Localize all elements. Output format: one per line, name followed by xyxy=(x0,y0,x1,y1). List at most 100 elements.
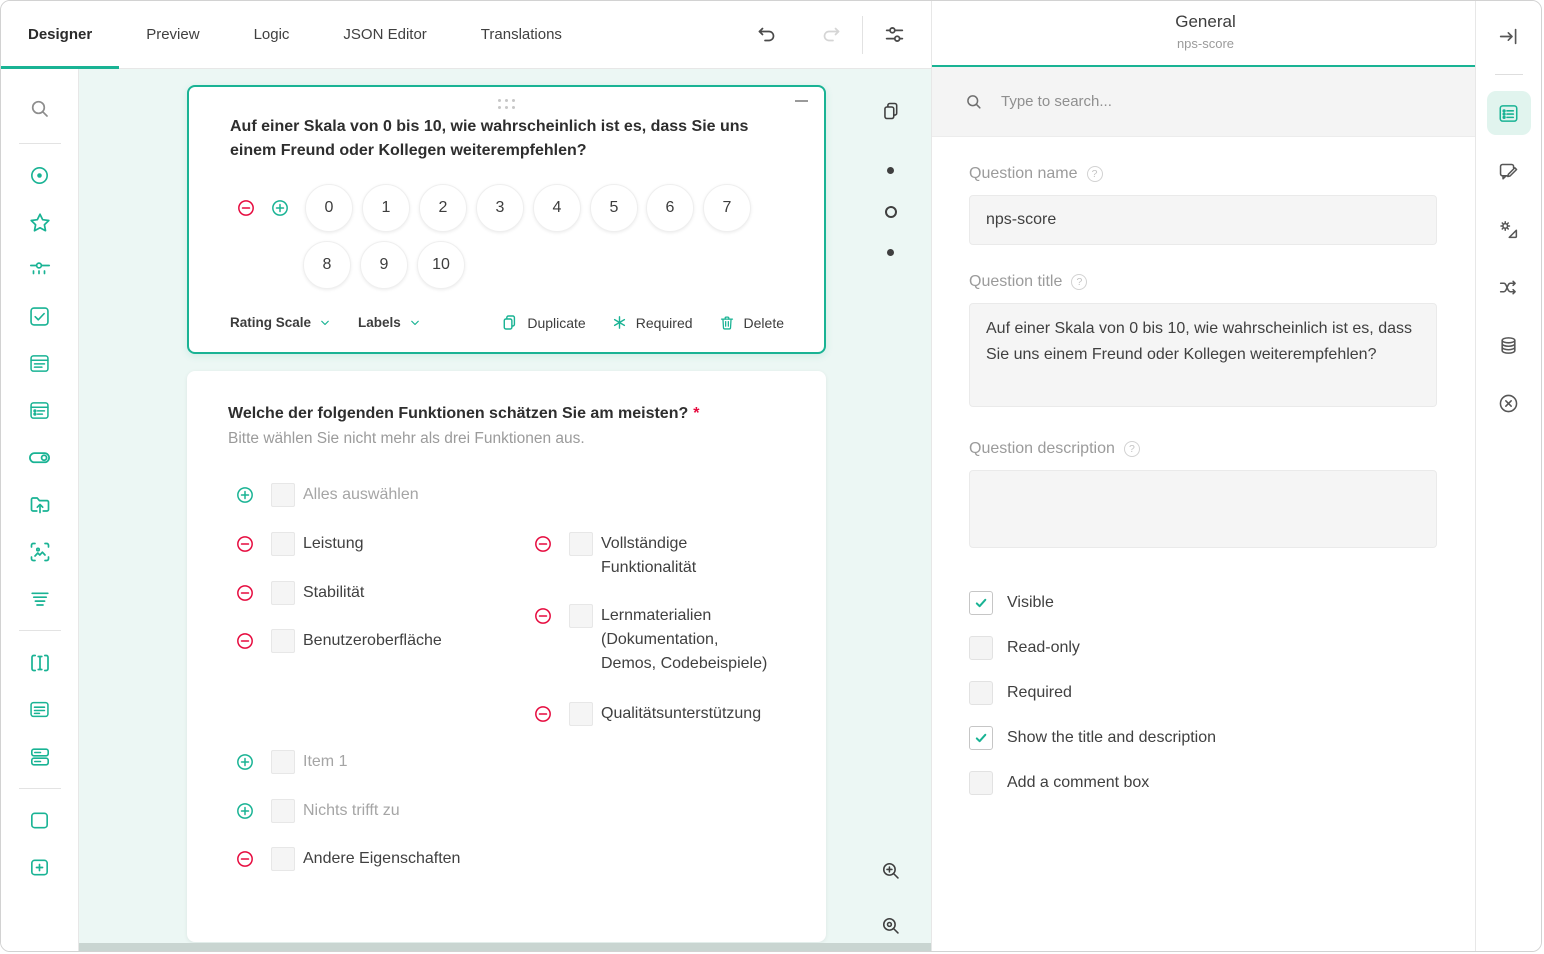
collapse-panel-icon[interactable] xyxy=(1487,14,1531,58)
question-card-nps[interactable]: Auf einer Skala von 0 bis 10, wie wahrsc… xyxy=(187,85,826,354)
remove-item-icon[interactable] xyxy=(533,704,553,724)
choice-row[interactable]: Alles auswählen xyxy=(235,483,419,507)
appearance-icon[interactable] xyxy=(1487,149,1531,193)
layout-icon[interactable] xyxy=(1487,207,1531,251)
choice-label[interactable]: Qualitätsunterstützung xyxy=(601,702,776,726)
choice-row[interactable]: Nichts trifft zu xyxy=(235,799,400,823)
general-settings-icon[interactable] xyxy=(1487,91,1531,135)
remove-item-icon[interactable] xyxy=(235,631,255,651)
choice-checkbox[interactable] xyxy=(271,750,295,774)
duplicate-question-button[interactable]: Duplicate xyxy=(500,313,585,332)
choice-label[interactable]: Alles auswählen xyxy=(303,483,419,507)
add-item-icon[interactable] xyxy=(235,801,255,821)
design-surface[interactable]: Auf einer Skala von 0 bis 10, wie wahrsc… xyxy=(79,69,931,951)
checkbox-question-title[interactable]: Welche der folgenden Funktionen schätzen… xyxy=(228,402,768,426)
nps-question-title[interactable]: Auf einer Skala von 0 bis 10, wie wahrsc… xyxy=(230,115,770,163)
choice-label[interactable]: Andere Eigenschaften xyxy=(303,847,460,871)
property-search-input[interactable] xyxy=(999,92,1455,111)
validation-icon[interactable] xyxy=(1487,381,1531,425)
nps-icon[interactable] xyxy=(17,246,63,293)
rating-chip-0[interactable]: 0 xyxy=(305,184,353,232)
checkbox-unchecked[interactable] xyxy=(969,771,993,795)
required-question-button[interactable]: Required xyxy=(611,313,693,332)
checkbox-checked[interactable] xyxy=(969,726,993,750)
remove-item-icon[interactable] xyxy=(533,534,553,554)
rating-chip-3[interactable]: 3 xyxy=(476,184,524,232)
read-only-checkbox-row[interactable]: Read-only xyxy=(969,636,1437,660)
yes-no-toggle-icon[interactable] xyxy=(17,434,63,481)
file-upload-icon[interactable] xyxy=(17,481,63,528)
multi-select-dropdown-icon[interactable] xyxy=(17,387,63,434)
choice-label[interactable]: Stabilität xyxy=(303,581,364,605)
choice-checkbox[interactable] xyxy=(569,604,593,628)
remove-scale-item-icon[interactable] xyxy=(236,198,256,218)
choice-label[interactable]: Nichts trifft zu xyxy=(303,799,400,823)
page-dot[interactable] xyxy=(887,167,894,174)
choice-row[interactable]: Lernmaterialien (Dokumentation, Demos, C… xyxy=(533,604,776,676)
collapse-question-icon[interactable] xyxy=(795,100,808,102)
visible-checkbox-row[interactable]: Visible xyxy=(969,591,1437,615)
rating-chip-9[interactable]: 9 xyxy=(360,241,408,289)
choice-checkbox[interactable] xyxy=(271,532,295,556)
checkbox-checked[interactable] xyxy=(969,591,993,615)
rating-chip-7[interactable]: 7 xyxy=(703,184,751,232)
rating-chip-1[interactable]: 1 xyxy=(362,184,410,232)
help-icon[interactable]: ? xyxy=(1071,274,1087,290)
remove-item-icon[interactable] xyxy=(533,606,553,626)
choice-label[interactable]: Lernmaterialien (Dokumentation, Demos, C… xyxy=(601,604,776,676)
tab-preview[interactable]: Preview xyxy=(119,1,226,68)
help-icon[interactable]: ? xyxy=(1087,166,1103,182)
choice-checkbox[interactable] xyxy=(569,532,593,556)
checkbox-question-description[interactable]: Bitte wählen Sie nicht mehr als drei Fun… xyxy=(228,430,585,448)
search-icon[interactable] xyxy=(17,83,63,135)
undo-icon[interactable] xyxy=(750,18,784,52)
zoom-fit-icon[interactable] xyxy=(880,915,902,937)
choice-row[interactable]: Leistung xyxy=(235,532,364,556)
current-page-indicator[interactable] xyxy=(885,206,897,218)
choice-label[interactable]: Item 1 xyxy=(303,750,347,774)
delete-question-button[interactable]: Delete xyxy=(718,313,784,332)
choice-row[interactable]: Stabilität xyxy=(235,581,364,605)
choice-checkbox[interactable] xyxy=(271,581,295,605)
choice-checkbox[interactable] xyxy=(271,847,295,871)
remove-item-icon[interactable] xyxy=(235,534,255,554)
required-checkbox-row[interactable]: Required xyxy=(969,681,1437,705)
show-title-checkbox-row[interactable]: Show the title and description xyxy=(969,726,1437,750)
checkbox-unchecked[interactable] xyxy=(969,636,993,660)
logic-icon[interactable] xyxy=(1487,265,1531,309)
question-title-input[interactable]: Auf einer Skala von 0 bis 10, wie wahrsc… xyxy=(969,303,1437,407)
rating-chip-5[interactable]: 5 xyxy=(590,184,638,232)
question-description-input[interactable] xyxy=(969,470,1437,548)
drag-handle-icon[interactable] xyxy=(498,99,516,110)
rating-chip-10[interactable]: 10 xyxy=(417,241,465,289)
redo-icon[interactable] xyxy=(814,18,848,52)
rating-chip-2[interactable]: 2 xyxy=(419,184,467,232)
tab-designer[interactable]: Designer xyxy=(1,1,119,68)
choice-checkbox[interactable] xyxy=(271,629,295,653)
remove-item-icon[interactable] xyxy=(235,849,255,869)
page-dot[interactable] xyxy=(887,249,894,256)
rating-scale-icon[interactable] xyxy=(17,199,63,246)
choice-row[interactable]: Vollständige Funktionalität xyxy=(533,532,776,580)
rating-chip-4[interactable]: 4 xyxy=(533,184,581,232)
checkbox-unchecked[interactable] xyxy=(969,681,993,705)
choice-label[interactable]: Vollständige Funktionalität xyxy=(601,532,776,580)
long-text-icon[interactable] xyxy=(17,686,63,733)
horizontal-scrollbar[interactable] xyxy=(79,943,931,951)
add-scale-item-icon[interactable] xyxy=(270,198,290,218)
help-icon[interactable]: ? xyxy=(1124,441,1140,457)
choice-checkbox[interactable] xyxy=(271,483,295,507)
settings-sliders-icon[interactable] xyxy=(877,18,911,52)
multiple-textboxes-icon[interactable] xyxy=(17,733,63,780)
choice-row[interactable]: Benutzeroberfläche xyxy=(235,629,442,653)
image-picker-icon[interactable] xyxy=(17,528,63,575)
duplicate-page-icon[interactable] xyxy=(880,100,902,122)
rating-chip-6[interactable]: 6 xyxy=(646,184,694,232)
panel-icon[interactable] xyxy=(17,797,63,844)
choice-row[interactable]: Andere Eigenschaften xyxy=(235,847,460,871)
ranking-scale-icon[interactable] xyxy=(17,575,63,622)
choice-row[interactable]: Qualitätsunterstützung xyxy=(533,702,776,726)
radio-button-group-icon[interactable] xyxy=(17,152,63,199)
choice-label[interactable]: Leistung xyxy=(303,532,364,556)
comment-box-checkbox-row[interactable]: Add a comment box xyxy=(969,771,1437,795)
